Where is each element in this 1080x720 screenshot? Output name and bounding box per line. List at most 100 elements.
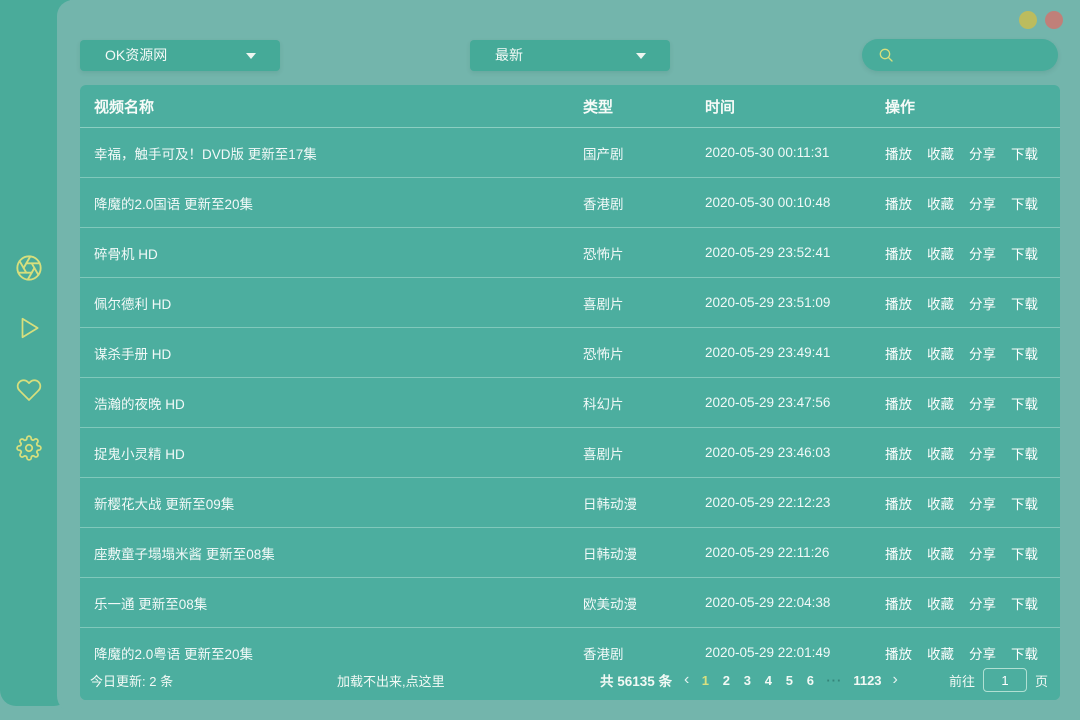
prev-page-button[interactable]: ‹ — [684, 671, 689, 689]
page-button-2[interactable]: 2 — [721, 673, 731, 688]
sort-dropdown-label: 最新 — [495, 47, 523, 63]
download-link[interactable]: 下载 — [1011, 343, 1038, 363]
goto-page-input[interactable] — [983, 668, 1027, 692]
download-link[interactable]: 下载 — [1011, 493, 1038, 513]
play-link[interactable]: 播放 — [885, 493, 912, 513]
favorite-link[interactable]: 收藏 — [927, 143, 954, 163]
favorite-link[interactable]: 收藏 — [927, 293, 954, 313]
row-actions: 播放收藏分享下载 — [885, 343, 1060, 363]
search-icon — [878, 47, 894, 63]
video-time: 2020-05-29 23:51:09 — [705, 295, 885, 310]
download-link[interactable]: 下载 — [1011, 193, 1038, 213]
share-link[interactable]: 分享 — [969, 193, 996, 213]
sort-dropdown[interactable]: 最新 — [470, 40, 670, 71]
table-row: 座敷童子塌塌米酱 更新至08集 日韩动漫 2020-05-29 22:11:26… — [80, 528, 1060, 578]
row-actions: 播放收藏分享下载 — [885, 393, 1060, 413]
column-header-time: 时间 — [705, 96, 885, 117]
play-link[interactable]: 播放 — [885, 393, 912, 413]
play-link[interactable]: 播放 — [885, 243, 912, 263]
favorite-link[interactable]: 收藏 — [927, 493, 954, 513]
download-link[interactable]: 下载 — [1011, 293, 1038, 313]
video-time: 2020-05-29 22:04:38 — [705, 595, 885, 610]
column-header-type: 类型 — [583, 96, 705, 117]
page-button-1[interactable]: 1 — [700, 673, 710, 688]
download-link[interactable]: 下载 — [1011, 393, 1038, 413]
download-link[interactable]: 下载 — [1011, 543, 1038, 563]
table-rows: 幸福，触手可及！DVD版 更新至17集 国产剧 2020-05-30 00:11… — [80, 128, 1060, 678]
table-row: 谋杀手册 HD 恐怖片 2020-05-29 23:49:41 播放收藏分享下载 — [80, 328, 1060, 378]
page-button-4[interactable]: 4 — [763, 673, 773, 688]
video-name: 乐一通 更新至08集 — [94, 593, 583, 613]
table-row: 幸福，触手可及！DVD版 更新至17集 国产剧 2020-05-30 00:11… — [80, 128, 1060, 178]
row-actions: 播放收藏分享下载 — [885, 143, 1060, 163]
share-link[interactable]: 分享 — [969, 143, 996, 163]
page-button-5[interactable]: 5 — [784, 673, 794, 688]
play-link[interactable]: 播放 — [885, 343, 912, 363]
page-button-3[interactable]: 3 — [742, 673, 752, 688]
video-time: 2020-05-29 23:46:03 — [705, 445, 885, 460]
video-type: 欧美动漫 — [583, 593, 705, 613]
table-header: 视频名称 类型 时间 操作 — [80, 85, 1060, 128]
load-fail-link[interactable]: 加载不出来,点这里 — [337, 660, 445, 700]
footer-bar: 今日更新: 2 条 加载不出来,点这里 共 56135 条 ‹ 123456 ·… — [80, 660, 1060, 700]
play-link[interactable]: 播放 — [885, 543, 912, 563]
row-actions: 播放收藏分享下载 — [885, 193, 1060, 213]
video-type: 喜剧片 — [583, 443, 705, 463]
share-link[interactable]: 分享 — [969, 393, 996, 413]
favorite-link[interactable]: 收藏 — [927, 443, 954, 463]
page-numbers: 123456 — [700, 673, 815, 688]
next-page-button[interactable]: › — [893, 671, 898, 689]
play-link[interactable]: 播放 — [885, 593, 912, 613]
video-name: 捉鬼小灵精 HD — [94, 443, 583, 463]
download-link[interactable]: 下载 — [1011, 443, 1038, 463]
share-link[interactable]: 分享 — [969, 343, 996, 363]
app-window: OK资源网 最新 视频名称 类型 时间 操作 幸福，触手可及！DVD版 更新至1… — [0, 0, 1080, 720]
play-link[interactable]: 播放 — [885, 293, 912, 313]
video-time: 2020-05-29 22:11:26 — [705, 545, 885, 560]
video-type: 香港剧 — [583, 193, 705, 213]
favorite-link[interactable]: 收藏 — [927, 393, 954, 413]
column-header-ops: 操作 — [885, 96, 1060, 117]
table-row: 新樱花大战 更新至09集 日韩动漫 2020-05-29 22:12:23 播放… — [80, 478, 1060, 528]
video-name: 碎骨机 HD — [94, 243, 583, 263]
more-pages-button[interactable]: ··· — [826, 673, 842, 688]
share-link[interactable]: 分享 — [969, 543, 996, 563]
video-name: 谋杀手册 HD — [94, 343, 583, 363]
video-time: 2020-05-29 23:52:41 — [705, 245, 885, 260]
download-link[interactable]: 下载 — [1011, 593, 1038, 613]
page-button-6[interactable]: 6 — [805, 673, 815, 688]
share-link[interactable]: 分享 — [969, 593, 996, 613]
table-row: 降魔的2.0国语 更新至20集 香港剧 2020-05-30 00:10:48 … — [80, 178, 1060, 228]
favorite-link[interactable]: 收藏 — [927, 543, 954, 563]
close-dot[interactable] — [1045, 11, 1063, 29]
source-dropdown[interactable]: OK资源网 — [80, 40, 280, 71]
page-unit-label: 页 — [1035, 671, 1048, 690]
share-link[interactable]: 分享 — [969, 493, 996, 513]
favorite-link[interactable]: 收藏 — [927, 243, 954, 263]
search-box[interactable] — [862, 39, 1058, 71]
share-link[interactable]: 分享 — [969, 243, 996, 263]
favorite-link[interactable]: 收藏 — [927, 343, 954, 363]
search-input[interactable] — [902, 47, 1046, 63]
video-type: 日韩动漫 — [583, 493, 705, 513]
source-dropdown-label: OK资源网 — [105, 47, 167, 63]
play-link[interactable]: 播放 — [885, 193, 912, 213]
favorite-link[interactable]: 收藏 — [927, 193, 954, 213]
video-time: 2020-05-30 00:10:48 — [705, 195, 885, 210]
video-type: 恐怖片 — [583, 243, 705, 263]
favorite-link[interactable]: 收藏 — [927, 593, 954, 613]
video-time: 2020-05-29 22:01:49 — [705, 645, 885, 660]
table-row: 碎骨机 HD 恐怖片 2020-05-29 23:52:41 播放收藏分享下载 — [80, 228, 1060, 278]
video-name: 浩瀚的夜晚 HD — [94, 393, 583, 413]
share-link[interactable]: 分享 — [969, 293, 996, 313]
table-row: 浩瀚的夜晚 HD 科幻片 2020-05-29 23:47:56 播放收藏分享下… — [80, 378, 1060, 428]
table-row: 乐一通 更新至08集 欧美动漫 2020-05-29 22:04:38 播放收藏… — [80, 578, 1060, 628]
share-link[interactable]: 分享 — [969, 443, 996, 463]
minimize-dot[interactable] — [1019, 11, 1037, 29]
download-link[interactable]: 下载 — [1011, 243, 1038, 263]
download-link[interactable]: 下载 — [1011, 143, 1038, 163]
video-type: 国产剧 — [583, 143, 705, 163]
last-page-button[interactable]: 1123 — [853, 673, 881, 688]
play-link[interactable]: 播放 — [885, 143, 912, 163]
play-link[interactable]: 播放 — [885, 443, 912, 463]
